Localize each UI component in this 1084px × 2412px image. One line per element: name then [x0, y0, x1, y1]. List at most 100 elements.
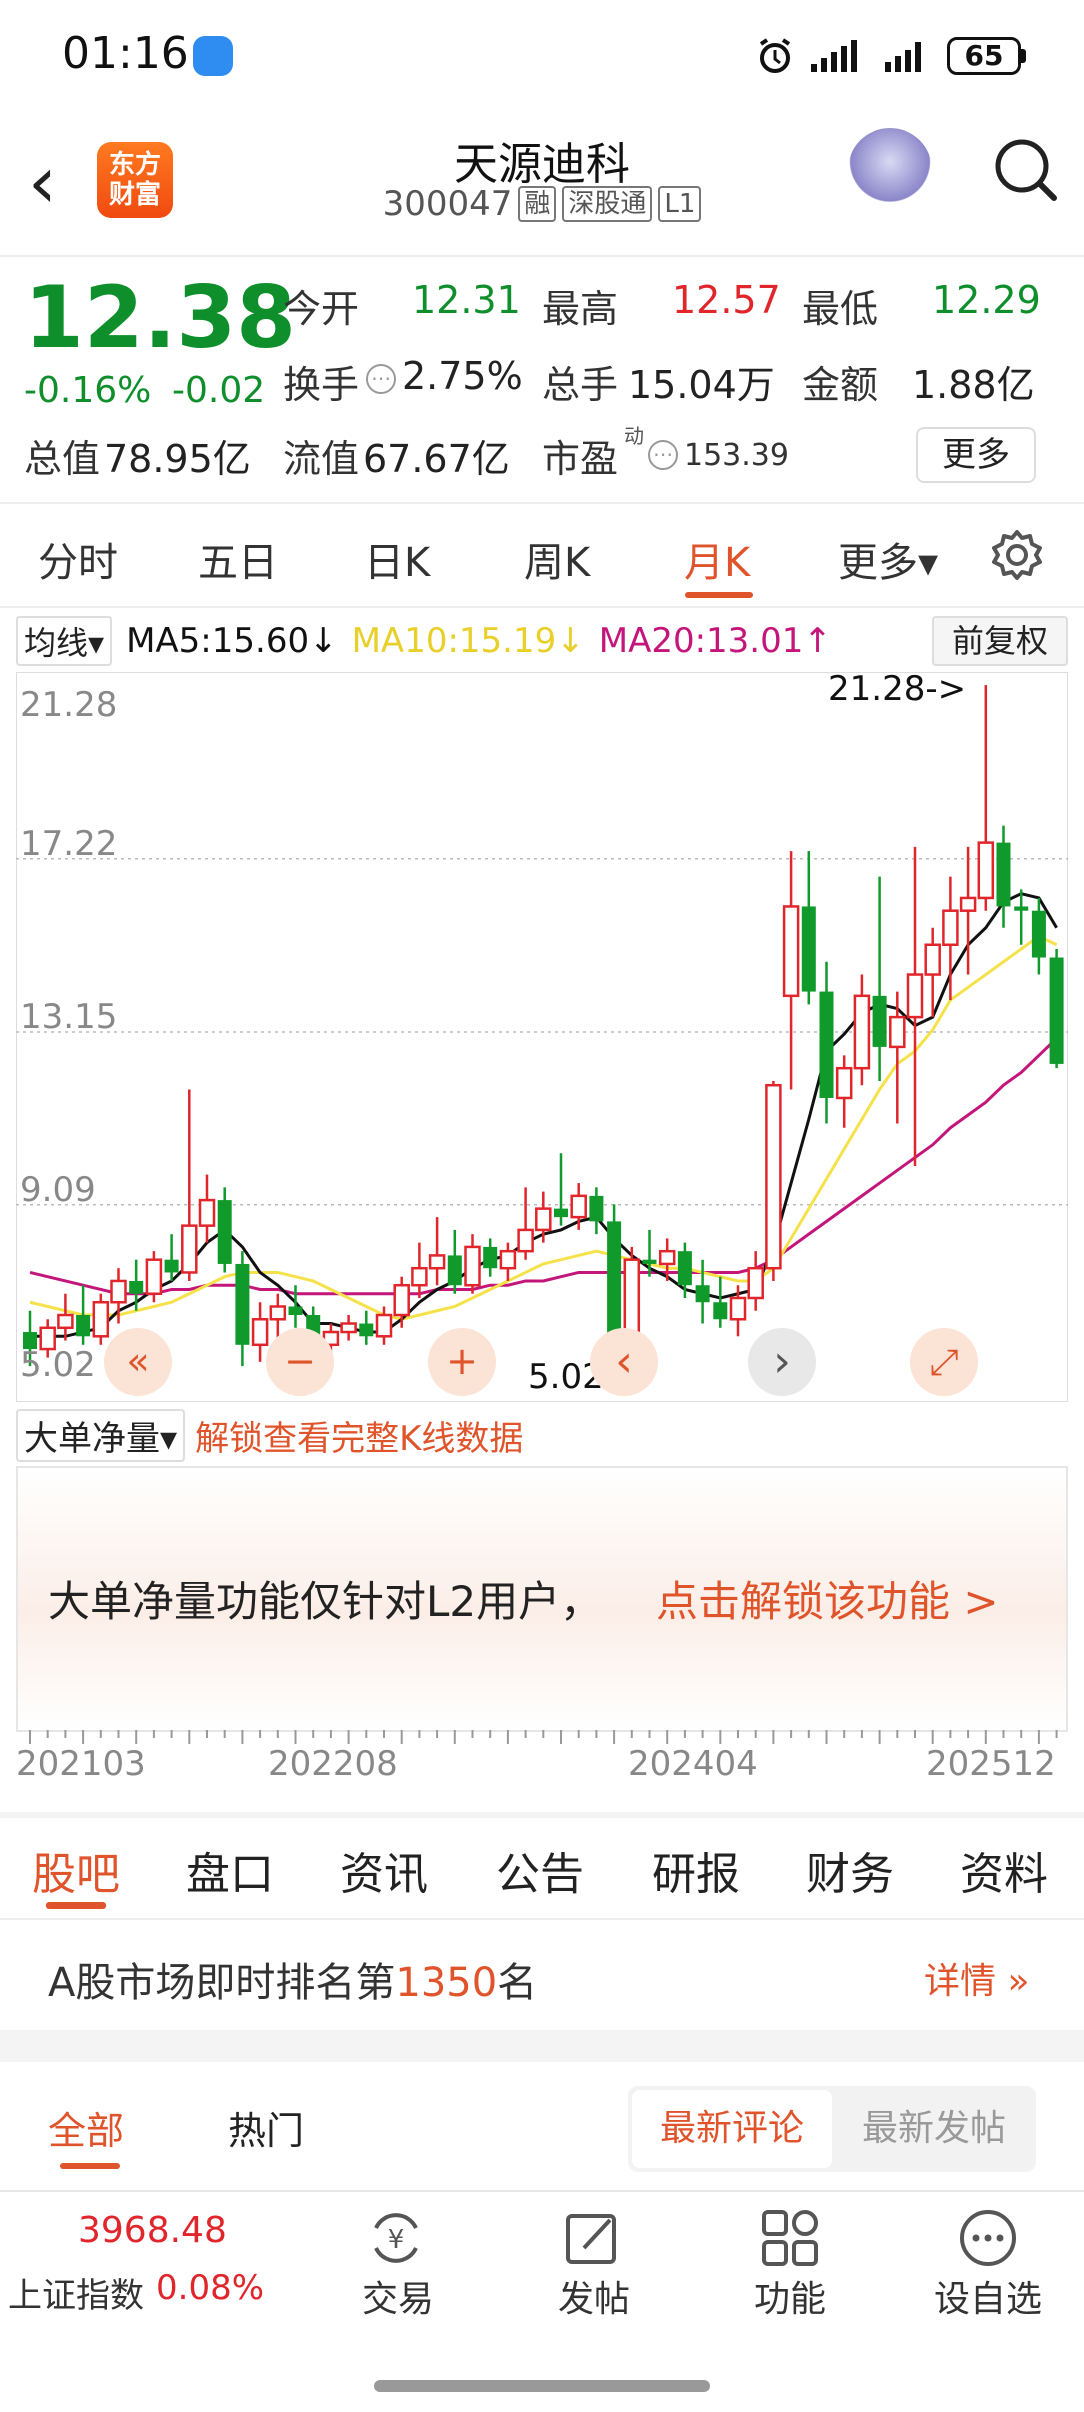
candle-body [889, 1015, 906, 1049]
candle-body [181, 1224, 198, 1274]
status-bar: 01:16 65 [0, 0, 1084, 110]
turnover-label: 换手 [283, 363, 360, 407]
chevron-left-icon: ‹ [615, 1336, 633, 1387]
post-label[interactable]: 发帖 [524, 2270, 664, 2322]
time-label-4: 202512 [926, 1744, 1056, 1784]
adjust-mode-button[interactable]: 前复权 [932, 616, 1068, 666]
market-rank: A股市场即时排名第1350名 [48, 1950, 537, 2008]
turnover-value: 2.75% [402, 354, 523, 398]
search-icon[interactable] [990, 130, 1060, 210]
net-volume-row: 大单净量▾ 解锁查看完整K线数据 [16, 1408, 523, 1462]
y-tick-label: 13.15 [20, 997, 117, 1037]
margin-tag: 融 [518, 186, 557, 222]
sort-latest-comment[interactable]: 最新评论 [632, 2090, 832, 2168]
tab-research[interactable]: 研报 [652, 1838, 740, 1902]
ma10-legend: MA10:15.19↓ [351, 621, 585, 661]
tab-guba[interactable]: 股吧 [32, 1838, 120, 1902]
tab-profile[interactable]: 资料 [960, 1838, 1048, 1902]
assistant-robot-icon[interactable] [848, 128, 932, 212]
l2-unlock-link[interactable]: 点击解锁该功能 > [656, 1568, 999, 1629]
chart-frame [16, 672, 1068, 1402]
candle-body [677, 1251, 692, 1286]
candle-body [110, 1279, 127, 1304]
add-watchlist-label[interactable]: 设自选 [918, 2270, 1058, 2322]
time-axis-ticks [29, 1730, 1058, 1744]
fullscreen-button[interactable]: ⤢ [910, 1328, 978, 1396]
high-label: 最高 [542, 287, 619, 331]
index-name[interactable]: 上证指数 [8, 2268, 144, 2317]
candle-body [765, 1083, 782, 1270]
kline-chart[interactable]: 21.2817.2213.159.095.02 21.28-> 5.02-> «… [16, 672, 1068, 1402]
candle-body [782, 905, 800, 998]
index-value[interactable]: 3968.48 [78, 2210, 227, 2251]
l2-notice-text: 大单净量功能仅针对L2用户， [48, 1577, 603, 1626]
rank-gap [0, 2030, 1084, 2062]
ma-select[interactable]: 均线▾ [16, 616, 113, 666]
tab-finance[interactable]: 财务 [806, 1838, 894, 1902]
low-value: 12.29 [932, 278, 1041, 322]
tab-monthly-k[interactable]: 月K [684, 530, 750, 588]
gear-icon[interactable] [990, 528, 1044, 582]
tab-news[interactable]: 资讯 [340, 1838, 428, 1902]
post-icon[interactable] [560, 2206, 624, 2270]
time-axis [29, 1730, 1058, 1744]
trade-icon[interactable]: ¥ [364, 2206, 428, 2270]
candle-body [517, 1228, 534, 1253]
candle-body [251, 1318, 269, 1347]
amount-label: 金额 [802, 363, 879, 407]
plus-icon: + [446, 1339, 478, 1383]
prev-button[interactable]: ‹ [590, 1328, 658, 1396]
pe-info-icon[interactable]: ⋯ [648, 440, 678, 470]
zoom-in-button[interactable]: + [428, 1328, 496, 1396]
tab-intraday[interactable]: 分时 [38, 530, 118, 588]
candle-body [164, 1259, 179, 1273]
candle-body [359, 1323, 374, 1337]
info-divider [0, 1918, 1084, 1920]
max-price-marker: 21.28-> [828, 672, 966, 709]
unlock-kline-link[interactable]: 解锁查看完整K线数据 [195, 1411, 523, 1460]
indicator-select-label: 大单净量 [24, 1418, 160, 1459]
y-tick-label: 5.02 [20, 1345, 96, 1385]
rank-number: 1350 [395, 1960, 498, 2006]
tab-announcements[interactable]: 公告 [496, 1838, 584, 1902]
candle-body [959, 896, 977, 912]
candle-body [76, 1315, 91, 1337]
section-gap [0, 1812, 1084, 1818]
candle-body [499, 1249, 517, 1270]
apps-icon[interactable] [758, 2206, 822, 2270]
filter-all[interactable]: 全部 [48, 2100, 124, 2155]
sort-latest-post[interactable]: 最新发帖 [836, 2090, 1032, 2168]
add-watchlist-icon[interactable] [956, 2206, 1020, 2270]
time-label-1: 202103 [16, 1744, 146, 1784]
zoom-out-button[interactable]: − [266, 1328, 334, 1396]
info-icon[interactable]: ⋯ [366, 364, 396, 394]
tab-weekly-k[interactable]: 周K [524, 530, 590, 588]
filter-hot[interactable]: 热门 [228, 2100, 304, 2155]
candle-body [658, 1249, 676, 1266]
tab-daily-k[interactable]: 日K [364, 530, 430, 588]
ma-select-label: 均线 [24, 624, 89, 662]
tab-five-day[interactable]: 五日 [198, 530, 278, 588]
trade-label[interactable]: 交易 [328, 2270, 468, 2322]
tab-pankou[interactable]: 盘口 [186, 1838, 274, 1902]
ma5-legend: MA5:15.60↓ [126, 621, 338, 661]
candle-body [447, 1255, 462, 1286]
candle-body [393, 1283, 410, 1317]
rank-detail-link[interactable]: 详情 » [924, 1952, 1029, 2004]
candle-body [375, 1313, 393, 1338]
candle-body [235, 1263, 250, 1345]
chart-rewind-button[interactable]: « [104, 1328, 172, 1396]
change-percent: -0.16% [24, 370, 152, 411]
tab-more-periods[interactable]: 更多▾ [838, 530, 938, 588]
indicator-select[interactable]: 大单净量▾ [16, 1408, 186, 1462]
candle-body [554, 1208, 568, 1218]
rewind-icon: « [126, 1339, 149, 1383]
battery-level: 65 [947, 37, 1021, 75]
index-change[interactable]: 0.08% [156, 2268, 264, 2308]
next-button[interactable]: › [748, 1328, 816, 1396]
apps-label[interactable]: 功能 [720, 2270, 860, 2322]
candle-body [589, 1195, 604, 1222]
candle-body [1049, 957, 1064, 1064]
candle-body [129, 1280, 144, 1294]
more-quote-button[interactable]: 更多 [916, 427, 1036, 483]
